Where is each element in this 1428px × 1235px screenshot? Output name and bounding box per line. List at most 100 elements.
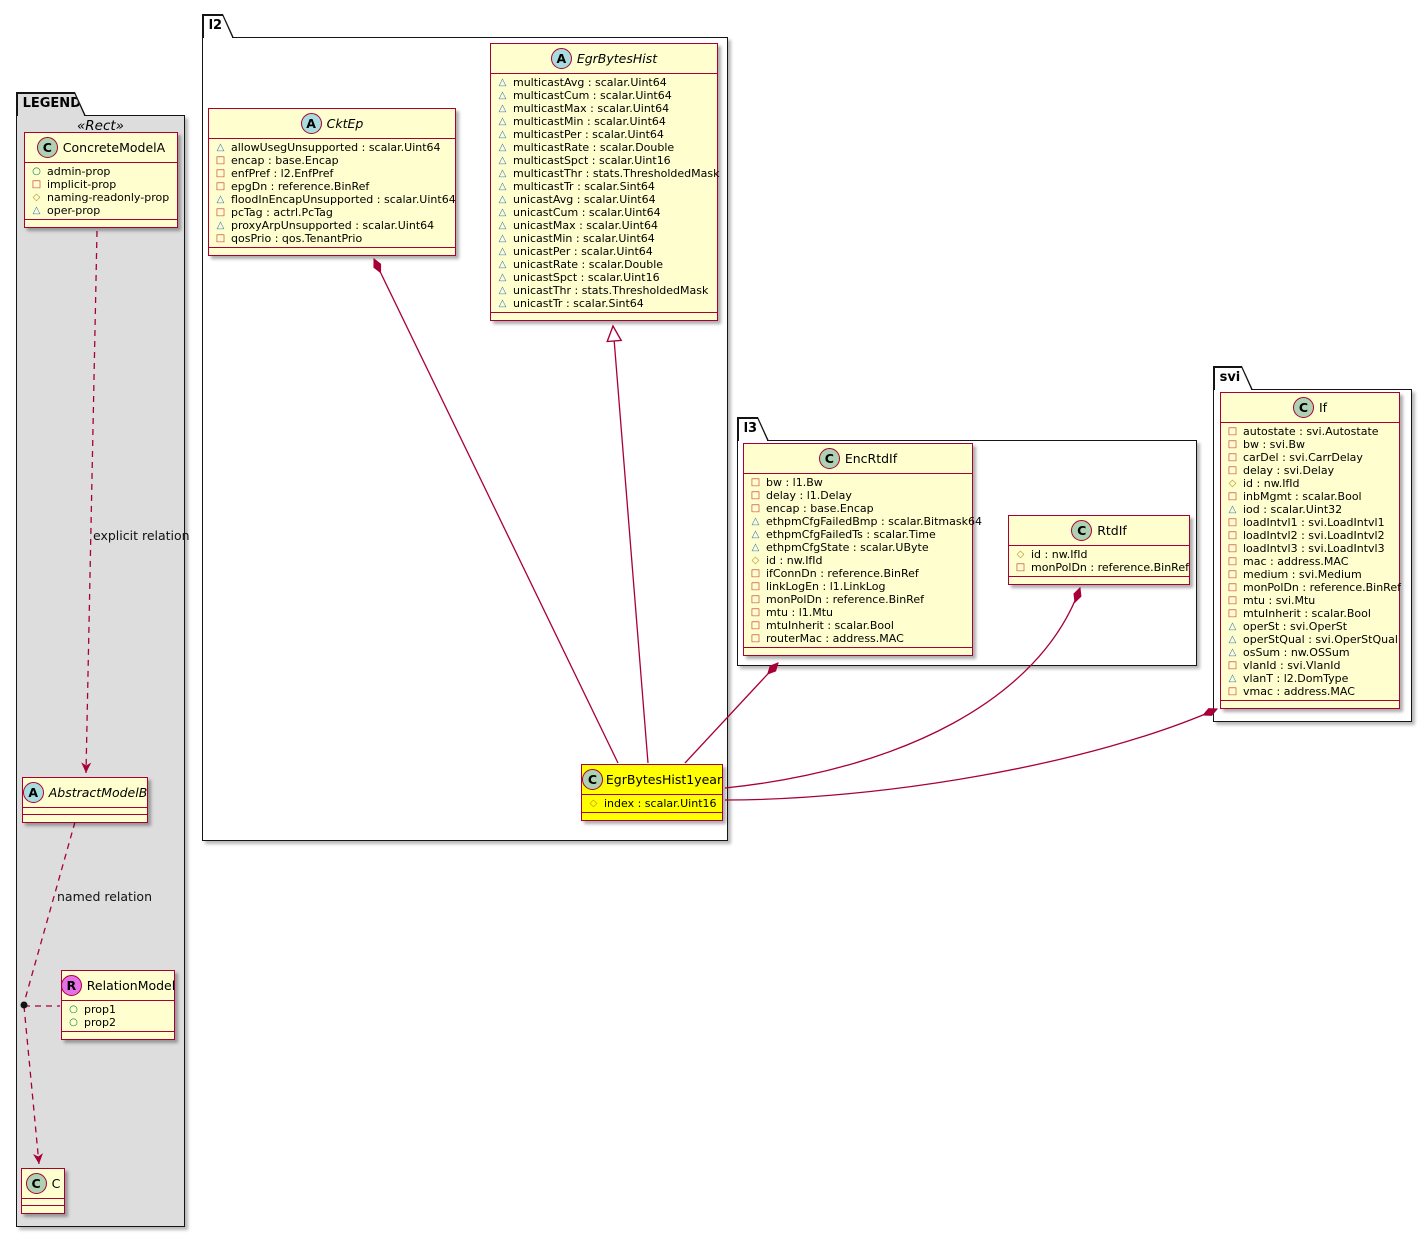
attribute-text: unicastRate : scalar.Double (513, 258, 663, 271)
attribute-row: □qosPrio : qos.TenantPrio (214, 232, 451, 245)
triangle-visibility-icon: △ (496, 128, 509, 141)
class-name: If (1319, 400, 1327, 415)
attribute-text: multicastPer : scalar.Uint64 (513, 128, 664, 141)
attribute-row: △ multicastPer : scalar.Uint64 (496, 128, 713, 141)
square-visibility-icon: □ (749, 476, 762, 489)
triangle-visibility-icon: △ (496, 193, 509, 206)
attribute-text: multicastSpct : scalar.Uint16 (513, 154, 671, 167)
triangle-visibility-icon: △ (496, 180, 509, 193)
square-visibility-icon: □ (1226, 568, 1239, 581)
square-visibility-icon: □ (1226, 607, 1239, 620)
attribute-row: □delay : l1.Delay (749, 489, 968, 502)
package-l2-tab: l2 (202, 14, 234, 38)
attribute-row: △ethpmCfgState : scalar.UByte (749, 541, 968, 554)
square-visibility-icon: □ (1226, 438, 1239, 451)
attribute-row: △multicastThr : stats.ThresholdedMask (496, 167, 713, 180)
package-svi-label: svi (1215, 368, 1252, 390)
attribute-text: vmac : address.MAC (1243, 685, 1355, 698)
triangle-visibility-icon: △ (214, 219, 227, 232)
attribute-row: □encap : base.Encap (214, 154, 451, 167)
attribute-row: □medium : svi.Medium (1226, 568, 1395, 581)
class-svi-if: C If □autostate : svi.Autostate□bw : svi… (1220, 392, 1400, 709)
attribute-text: unicastMin : scalar.Uint64 (513, 232, 655, 245)
attribute-text: multicastCum : scalar.Uint64 (513, 89, 672, 102)
attribute-text: multicastMax : scalar.Uint64 (513, 102, 669, 115)
attribute-row: △iod : scalar.Uint32 (1226, 503, 1395, 516)
attribute-text: unicastMax : scalar.Uint64 (513, 219, 658, 232)
attribute-text: qosPrio : qos.TenantPrio (231, 232, 362, 245)
class-name: RtdIf (1097, 523, 1127, 538)
square-visibility-icon: □ (1226, 516, 1239, 529)
square-visibility-icon: □ (214, 167, 227, 180)
attribute-row: ◇id : nw.IfId (749, 554, 968, 567)
attribute-row: △unicastRate : scalar.Double (496, 258, 713, 271)
class-methods-empty (582, 813, 722, 820)
square-visibility-icon: □ (1226, 425, 1239, 438)
attribute-row: □monPolDn : reference.BinRef (749, 593, 968, 606)
attribute-row: △osSum : nw.OSSum (1226, 646, 1395, 659)
attribute-text: floodInEncapUnsupported : scalar.Uint64 (231, 193, 456, 206)
attribute-text: unicastAvg : scalar.Uint64 (513, 193, 656, 206)
package-legend-body (16, 115, 185, 1227)
triangle-visibility-icon: △ (496, 89, 509, 102)
attribute-row: □mtu : l1.Mtu (749, 606, 968, 619)
attribute-row: □loadIntvl2 : svi.LoadIntvl2 (1226, 529, 1395, 542)
attribute-text: unicastTr : scalar.Sint64 (513, 297, 644, 310)
attribute-row: △unicastPer : scalar.Uint64 (496, 245, 713, 258)
attribute-row: △ multicastCum : scalar.Uint64 (496, 89, 713, 102)
attribute-row: □routerMac : address.MAC (749, 632, 968, 645)
attribute-text: oper-prop (47, 204, 100, 217)
attribute-row: △ multicastTr : scalar.Sint64 (496, 180, 713, 193)
attribute-row: □carDel : svi.CarrDelay (1226, 451, 1395, 464)
triangle-visibility-icon: △ (1226, 633, 1239, 646)
square-visibility-icon: □ (749, 489, 762, 502)
attribute-text: encap : base.Encap (766, 502, 874, 515)
attribute-text: multicastThr : stats.ThresholdedMask (513, 167, 719, 180)
class-name: CktEp (327, 116, 364, 131)
attribute-row: ◇id : nw.IfId (1014, 548, 1185, 561)
triangle-visibility-icon: △ (496, 115, 509, 128)
square-visibility-icon: □ (749, 580, 762, 593)
attribute-text: ethpmCfgFailedTs : scalar.Time (766, 528, 936, 541)
class-spot-icon: C (1071, 520, 1092, 541)
attribute-row: ◇id : nw.IfId (1226, 477, 1395, 490)
attribute-text: bw : svi.Bw (1243, 438, 1305, 451)
attribute-text: monPolDn : reference.BinRef (766, 593, 924, 606)
class-attributes: ○admin-prop□implicit-prop◇naming-readonl… (25, 163, 177, 220)
triangle-visibility-icon: △ (214, 141, 227, 154)
triangle-visibility-icon: △ (496, 76, 509, 89)
class-c: C C (21, 1168, 65, 1214)
attribute-row: □monPolDn : reference.BinRef (1014, 561, 1185, 574)
diamond-visibility-icon: ◇ (1226, 477, 1239, 490)
attribute-row: ◇index : scalar.Uint16 (587, 797, 718, 810)
attribute-row: △unicastMin : scalar.Uint64 (496, 232, 713, 245)
square-visibility-icon: □ (1226, 659, 1239, 672)
attribute-row: □epgDn : reference.BinRef (214, 180, 451, 193)
circle-visibility-icon: ○ (67, 1016, 80, 1029)
class-methods-empty (62, 1032, 174, 1039)
attribute-row: △vlanT : l2.DomType (1226, 672, 1395, 685)
triangle-visibility-icon: △ (496, 167, 509, 180)
class-name: EncRtdIf (845, 451, 897, 466)
class-attributes: △multicastAvg : scalar.Uint64△multicastC… (491, 74, 717, 313)
triangle-visibility-icon: △ (1226, 672, 1239, 685)
attribute-text: mtuInherit : scalar.Bool (766, 619, 894, 632)
attribute-text: multicastTr : scalar.Sint64 (513, 180, 655, 193)
attribute-text: vlanId : svi.VlanId (1243, 659, 1341, 672)
class-methods-empty (23, 815, 147, 822)
triangle-visibility-icon: △ (496, 102, 509, 115)
attribute-row: △unicastSpct : scalar.Uint16 (496, 271, 713, 284)
square-visibility-icon: □ (1226, 451, 1239, 464)
class-relationmodel: R RelationModel ○prop1○prop2 (61, 970, 175, 1040)
attribute-row: □encap : base.Encap (749, 502, 968, 515)
attribute-text: osSum : nw.OSSum (1243, 646, 1350, 659)
attribute-text: unicastPer : scalar.Uint64 (513, 245, 653, 258)
triangle-visibility-icon: △ (496, 284, 509, 297)
square-visibility-icon: □ (1226, 555, 1239, 568)
attribute-row: △oper-prop (30, 204, 173, 217)
attribute-row: △proxyArpUnsupported : scalar.Uint64 (214, 219, 451, 232)
attribute-row: □mtuInherit : scalar.Bool (1226, 607, 1395, 620)
uml-class-diagram: { "colors": { "accent": "#A80036", "clas… (0, 0, 1428, 1235)
circle-visibility-icon: ○ (30, 165, 43, 178)
attribute-row: □implicit-prop (30, 178, 173, 191)
